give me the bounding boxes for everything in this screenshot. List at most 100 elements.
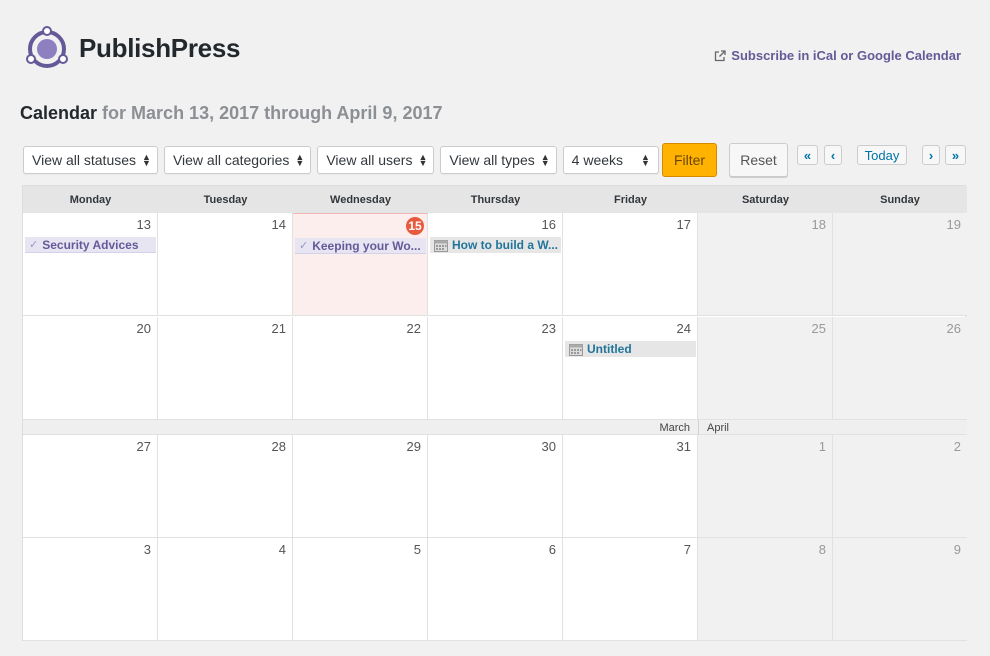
calendar-event[interactable]: Untitled: [565, 341, 696, 357]
subscribe-link[interactable]: Subscribe in iCal or Google Calendar: [714, 48, 961, 63]
day-number: 5: [413, 542, 421, 557]
day-number: 1: [818, 439, 826, 454]
calendar-day[interactable]: 26: [833, 317, 967, 420]
day-number: 25: [811, 321, 826, 336]
day-number: 31: [676, 439, 691, 454]
calendar-day[interactable]: 29: [293, 435, 428, 538]
day-number: 30: [541, 439, 556, 454]
select-arrows-icon: ▲ ▼: [295, 152, 305, 168]
day-number: 22: [406, 321, 421, 336]
calendar-day-today[interactable]: 15 ✓ Keeping your Wo...: [293, 213, 428, 316]
weekday-label: Saturday: [741, 193, 790, 206]
calendar-day[interactable]: 4: [158, 538, 293, 641]
subscribe-label: Subscribe in iCal or Google Calendar: [731, 48, 961, 63]
weekday-label: Monday: [69, 193, 112, 206]
weekday-label: Thursday: [470, 193, 521, 206]
calendar-event[interactable]: ✓ Keeping your Wo...: [295, 238, 426, 254]
calendar-day[interactable]: 5: [293, 538, 428, 641]
calendar-day[interactable]: 17: [563, 213, 698, 316]
event-title: Keeping your Wo...: [312, 238, 421, 253]
calendar-day[interactable]: 31: [563, 435, 698, 538]
month-label-april: April: [707, 422, 730, 434]
calendar-day[interactable]: 7: [563, 538, 698, 641]
last-page-button[interactable]: »: [945, 145, 966, 165]
calendar-event[interactable]: How to build a W...: [430, 237, 561, 253]
calendar-day[interactable]: 30: [428, 435, 563, 538]
user-select-value: View all users: [326, 152, 413, 168]
status-select[interactable]: View all statuses ▲ ▼: [23, 146, 158, 174]
date-range: for March 13, 2017 through April 9, 2017: [102, 103, 443, 123]
calendar-day[interactable]: 21: [158, 317, 293, 420]
today-badge: 15: [406, 217, 424, 235]
calendar-day[interactable]: 8: [698, 538, 833, 641]
event-title: Security Advices: [42, 237, 139, 252]
checkmark-icon: ✓: [29, 239, 39, 251]
calendar-week: 3 4 5 6 7 8 9: [23, 538, 967, 641]
day-number: 4: [278, 542, 286, 557]
calendar-day[interactable]: 27: [23, 435, 158, 538]
day-number: 28: [271, 439, 286, 454]
calendar-day[interactable]: 23: [428, 317, 563, 420]
calendar-day[interactable]: 13 ✓ Security Advices: [23, 213, 158, 316]
event-title: How to build a W...: [452, 238, 558, 252]
calendar-day[interactable]: 6: [428, 538, 563, 641]
weekday-label: Wednesday: [330, 193, 391, 206]
select-arrows-icon: ▲ ▼: [418, 152, 428, 168]
calendar-week: 20 21 22 23 24 Untitled 25 26: [23, 317, 967, 420]
calendar-week: 27 28 29 30 31 1 2: [23, 435, 967, 538]
user-select[interactable]: View all users ▲ ▼: [317, 146, 435, 174]
calendar-day[interactable]: 1: [698, 435, 833, 538]
calendar-day[interactable]: 9: [833, 538, 967, 641]
today-button[interactable]: Today: [857, 145, 907, 165]
first-page-button[interactable]: «: [797, 145, 818, 165]
next-page-button[interactable]: ›: [922, 145, 940, 165]
day-number: 29: [406, 439, 421, 454]
day-number: 26: [946, 321, 961, 336]
calendar-icon: [569, 343, 583, 356]
publishpress-logo-icon: [26, 26, 68, 68]
reset-button[interactable]: Reset: [729, 143, 788, 177]
month-divider: [698, 420, 699, 436]
day-number: 24: [676, 321, 691, 336]
month-label-march: March: [659, 422, 690, 434]
brand-name: PublishPress: [79, 33, 241, 63]
calendar-day[interactable]: 24 Untitled: [563, 317, 698, 420]
weekday-header: Monday Tuesday Wednesday Thursday Friday…: [23, 186, 967, 213]
calendar-week: 13 ✓ Security Advices 14 15 ✓ Keeping yo…: [23, 213, 967, 316]
day-number: 23: [541, 321, 556, 336]
select-arrows-icon: ▲ ▼: [142, 152, 151, 168]
calendar-day[interactable]: 28: [158, 435, 293, 538]
calendar-title: Calendar: [20, 103, 98, 123]
category-select-value: View all categories: [172, 152, 290, 168]
day-number: 8: [818, 542, 826, 557]
type-select[interactable]: View all types ▲ ▼: [440, 146, 557, 174]
day-number: 27: [136, 439, 151, 454]
day-number: 17: [676, 217, 691, 232]
checkmark-icon: ✓: [299, 240, 309, 252]
calendar-event[interactable]: ✓ Security Advices: [25, 237, 156, 253]
previous-page-button[interactable]: ‹: [824, 145, 842, 165]
weekday-label: Sunday: [880, 193, 920, 206]
day-number: 9: [953, 542, 961, 557]
day-number: 19: [946, 217, 961, 232]
status-select-value: View all statuses: [32, 152, 137, 168]
calendar-day[interactable]: 19: [833, 213, 967, 316]
calendar-day[interactable]: 18: [698, 213, 833, 316]
category-select[interactable]: View all categories ▲ ▼: [163, 146, 312, 174]
weekday-label: Tuesday: [203, 193, 248, 206]
calendar-day[interactable]: 20: [23, 317, 158, 420]
weekday-label: Friday: [613, 193, 647, 206]
calendar-day[interactable]: 3: [23, 538, 158, 641]
calendar-day[interactable]: 2: [833, 435, 967, 538]
calendar-day[interactable]: 25: [698, 317, 833, 420]
day-number: 16: [541, 217, 556, 232]
calendar-day[interactable]: 14: [158, 213, 293, 316]
weeks-select[interactable]: 4 weeks ▲ ▼: [562, 146, 659, 174]
filter-bar: View all statuses ▲ ▼ View all categories…: [23, 146, 659, 174]
filter-button[interactable]: Filter: [662, 143, 717, 177]
calendar-day[interactable]: 22: [293, 317, 428, 420]
day-number: 14: [271, 217, 286, 232]
day-number: 20: [136, 321, 151, 336]
day-number: 6: [548, 542, 556, 557]
calendar-day[interactable]: 16 How to build a W...: [428, 213, 563, 316]
